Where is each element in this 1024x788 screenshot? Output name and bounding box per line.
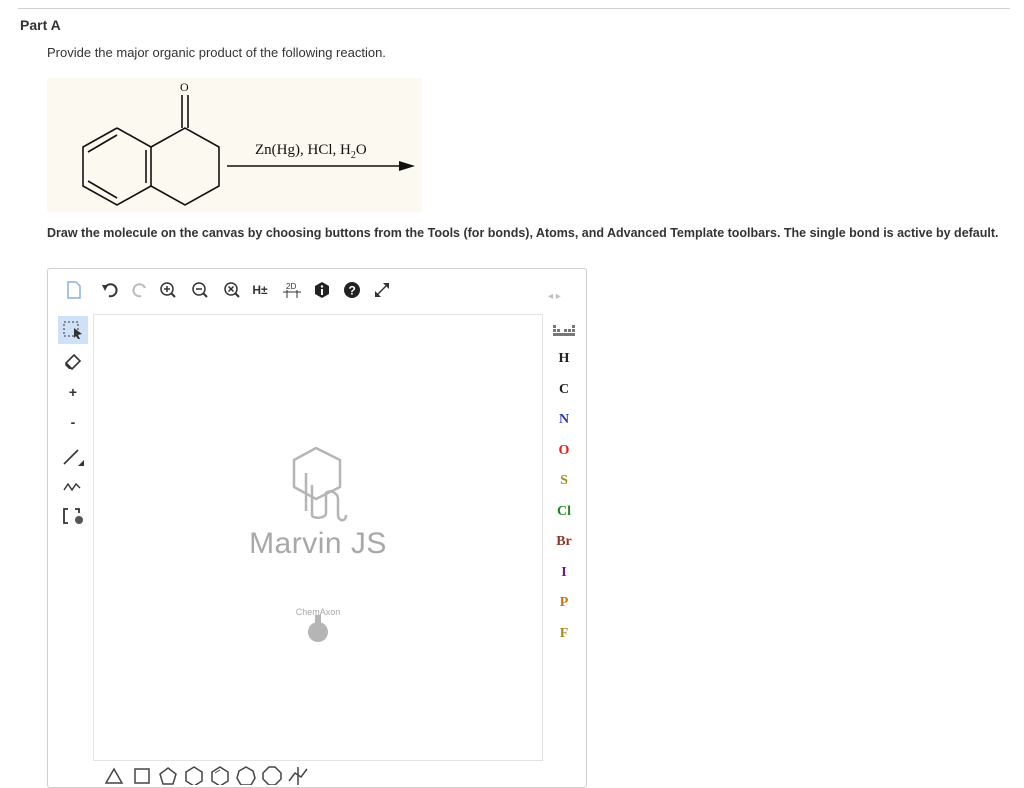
pentagon-template-icon[interactable]	[157, 765, 179, 785]
question-prompt: Provide the major organic product of the…	[47, 45, 386, 60]
charge-plus-button[interactable]: +	[58, 378, 88, 406]
atom-i-button[interactable]: I	[549, 560, 579, 586]
marvin-watermark-subtitle: ChemAxon	[295, 607, 341, 617]
charge-minus-button[interactable]: -	[58, 408, 88, 436]
redo-icon[interactable]	[128, 279, 152, 301]
atom-o-button[interactable]: O	[549, 438, 579, 464]
marvin-watermark-title: Marvin JS	[249, 527, 387, 560]
toolbar-scroll-arrows[interactable]: ◂ ▸	[548, 291, 561, 302]
atom-p-button[interactable]: P	[549, 590, 579, 616]
svg-text:2D: 2D	[286, 282, 296, 291]
help-icon[interactable]: ?	[340, 279, 364, 301]
templates-toolbar	[93, 763, 541, 787]
zoom-in-icon[interactable]	[156, 279, 180, 301]
top-divider	[18, 8, 1010, 9]
clean-2d-button[interactable]: 2D	[280, 279, 304, 301]
top-toolbar: H± 2D ? ◂ ▸	[48, 269, 586, 309]
info-icon[interactable]	[310, 279, 334, 301]
periodic-table-icon[interactable]	[549, 318, 579, 344]
reaction-scheme: O Zn(Hg), HCl, H2O	[47, 78, 422, 212]
atom-cl-button[interactable]: Cl	[549, 499, 579, 525]
hexagon-template-icon[interactable]	[183, 765, 205, 785]
svg-text:?: ?	[349, 284, 356, 298]
atom-h-button[interactable]: H	[549, 346, 579, 372]
atom-s-button[interactable]: S	[549, 468, 579, 494]
selection-tool-icon[interactable]	[58, 316, 88, 344]
atom-br-button[interactable]: Br	[549, 529, 579, 555]
zoom-reset-icon[interactable]	[220, 279, 244, 301]
atom-f-button[interactable]: F	[549, 621, 579, 647]
atom-n-button[interactable]: N	[549, 407, 579, 433]
eraser-icon[interactable]	[58, 348, 88, 376]
marvin-editor: H± 2D ? ◂ ▸ + - Marvin JS ChemAxon H C N…	[47, 268, 587, 788]
drawing-canvas[interactable]: Marvin JS ChemAxon	[93, 314, 543, 761]
zoom-out-icon[interactable]	[188, 279, 212, 301]
square-template-icon[interactable]	[131, 765, 153, 785]
drawing-instructions: Draw the molecule on the canvas by choos…	[47, 226, 999, 240]
single-bond-icon[interactable]	[58, 442, 88, 470]
new-document-icon[interactable]	[62, 279, 86, 301]
triangle-template-icon[interactable]	[103, 765, 125, 785]
heptagon-template-icon[interactable]	[235, 765, 257, 785]
reagent-label: Zn(Hg), HCl, H2O	[255, 142, 367, 161]
atom-c-button[interactable]: C	[549, 377, 579, 403]
undo-icon[interactable]	[98, 279, 122, 301]
cyclohexane-chair-template-icon[interactable]	[287, 765, 309, 785]
tools-toolbar: + -	[48, 314, 93, 554]
atoms-toolbar: H C N O S Cl Br I P F	[541, 314, 586, 644]
bracket-tool-icon[interactable]	[58, 502, 88, 530]
chain-tool-icon[interactable]	[58, 472, 88, 500]
fullscreen-icon[interactable]	[370, 279, 394, 301]
svg-text:O: O	[180, 80, 189, 94]
part-title: Part A	[20, 17, 61, 33]
benzene-template-icon[interactable]	[209, 765, 231, 785]
hydrogen-toggle-button[interactable]: H±	[248, 279, 272, 301]
octagon-template-icon[interactable]	[261, 765, 283, 785]
